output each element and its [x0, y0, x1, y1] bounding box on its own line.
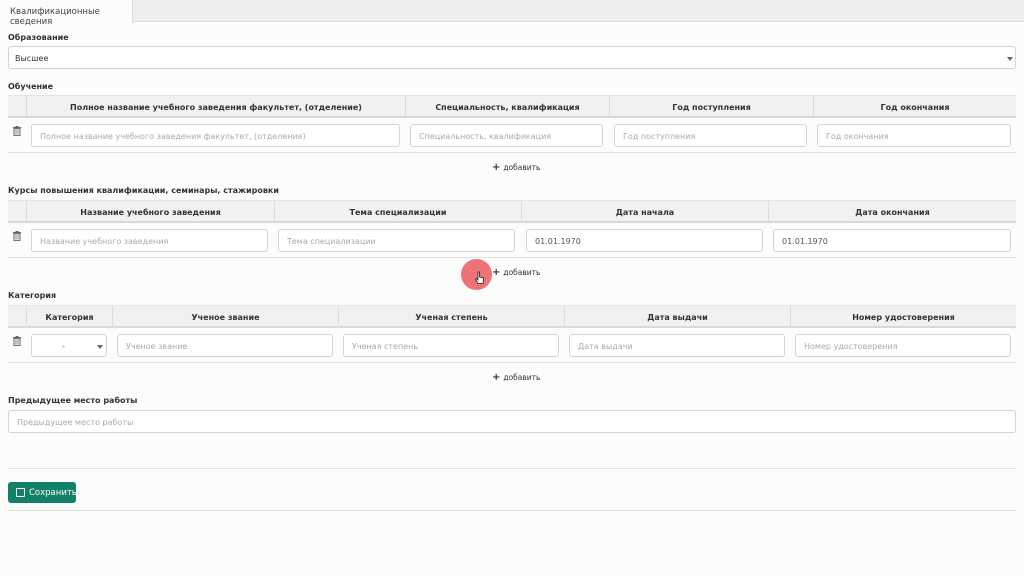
category-col-certificate-number: Номер удостоверения — [790, 306, 1016, 328]
courses-start-date-input[interactable]: 01.01.1970 — [526, 229, 763, 252]
caret-down-icon — [1007, 57, 1013, 61]
tab-qualifications[interactable]: Квалификационные сведения — [0, 0, 133, 27]
courses-add-button[interactable]: + добавить — [492, 267, 540, 278]
training-specialty-input[interactable]: Специальность, квалификация — [410, 124, 603, 147]
training-institution-input[interactable]: Полное название учебного заведения факул… — [31, 124, 400, 147]
save-button[interactable]: Сохранить — [8, 482, 77, 503]
row-divider — [8, 152, 1016, 153]
form-divider — [8, 468, 1016, 469]
category-select-value: - — [62, 342, 65, 351]
training-col-end-year: Год окончания — [813, 96, 1016, 118]
courses-topic-input[interactable]: Тема специализации — [278, 229, 515, 252]
training-start-year-input[interactable]: Год поступления — [614, 124, 807, 147]
courses-label: Курсы повышения квалификации, семинары, … — [8, 186, 279, 195]
courses-col-start-date: Дата начала — [521, 201, 768, 223]
category-add-label: добавить — [503, 373, 541, 382]
education-select-value: Высшее — [15, 54, 49, 63]
category-select[interactable]: - — [31, 334, 107, 357]
training-col-institution: Полное название учебного заведения факул… — [26, 96, 405, 118]
tab-bar: Квалификационные сведения — [0, 0, 1024, 27]
courses-institution-input[interactable]: Название учебного заведения — [31, 229, 268, 252]
caret-down-icon — [97, 345, 103, 349]
plus-icon: + — [492, 267, 501, 278]
courses-table-header: Название учебного заведения Тема специал… — [8, 200, 1016, 223]
education-select[interactable]: Высшее — [8, 46, 1016, 69]
training-table-header: Полное название учебного заведения факул… — [8, 95, 1016, 118]
trash-icon[interactable] — [12, 336, 22, 346]
training-label: Обучение — [8, 82, 54, 91]
save-button-label: Сохранить — [29, 488, 77, 498]
training-add-button[interactable]: + добавить — [492, 162, 540, 173]
category-table-header: Категория Ученое звание Ученая степень Д… — [8, 305, 1016, 328]
trash-icon[interactable] — [12, 231, 22, 241]
category-col-category: Категория — [26, 306, 112, 328]
training-col-specialty: Специальность, квалификация — [405, 96, 609, 118]
cursor-pointer-icon — [475, 271, 484, 284]
courses-col-end-date: Дата окончания — [768, 201, 1016, 223]
plus-icon: + — [492, 372, 501, 383]
trash-icon[interactable] — [12, 126, 22, 136]
education-label: Образование — [8, 33, 69, 42]
training-col-start-year: Год поступления — [609, 96, 813, 118]
issue-date-input[interactable]: Дата выдачи — [569, 334, 785, 357]
category-col-academic-title: Ученое звание — [112, 306, 338, 328]
category-add-button[interactable]: + добавить — [492, 372, 540, 383]
academic-title-input[interactable]: Ученое звание — [117, 334, 333, 357]
category-col-academic-degree: Ученая степень — [338, 306, 564, 328]
row-divider — [8, 257, 1016, 258]
courses-end-date-input[interactable]: 01.01.1970 — [773, 229, 1011, 252]
plus-icon: + — [492, 162, 501, 173]
certificate-number-input[interactable]: Номер удостоверения — [795, 334, 1011, 357]
previous-job-input[interactable]: Предыдущее место работы — [8, 410, 1016, 433]
courses-col-institution: Название учебного заведения — [26, 201, 274, 223]
floppy-icon — [16, 488, 25, 497]
row-divider — [8, 362, 1016, 363]
courses-add-label: добавить — [503, 268, 541, 277]
training-end-year-input[interactable]: Год окончания — [817, 124, 1011, 147]
training-add-label: добавить — [503, 163, 541, 172]
category-label: Категория — [8, 291, 57, 300]
category-col-issue-date: Дата выдачи — [564, 306, 790, 328]
courses-col-topic: Тема специализации — [274, 201, 521, 223]
previous-job-label: Предыдущее место работы — [8, 396, 138, 405]
academic-degree-input[interactable]: Ученая степень — [343, 334, 559, 357]
footer-divider — [8, 510, 1016, 511]
